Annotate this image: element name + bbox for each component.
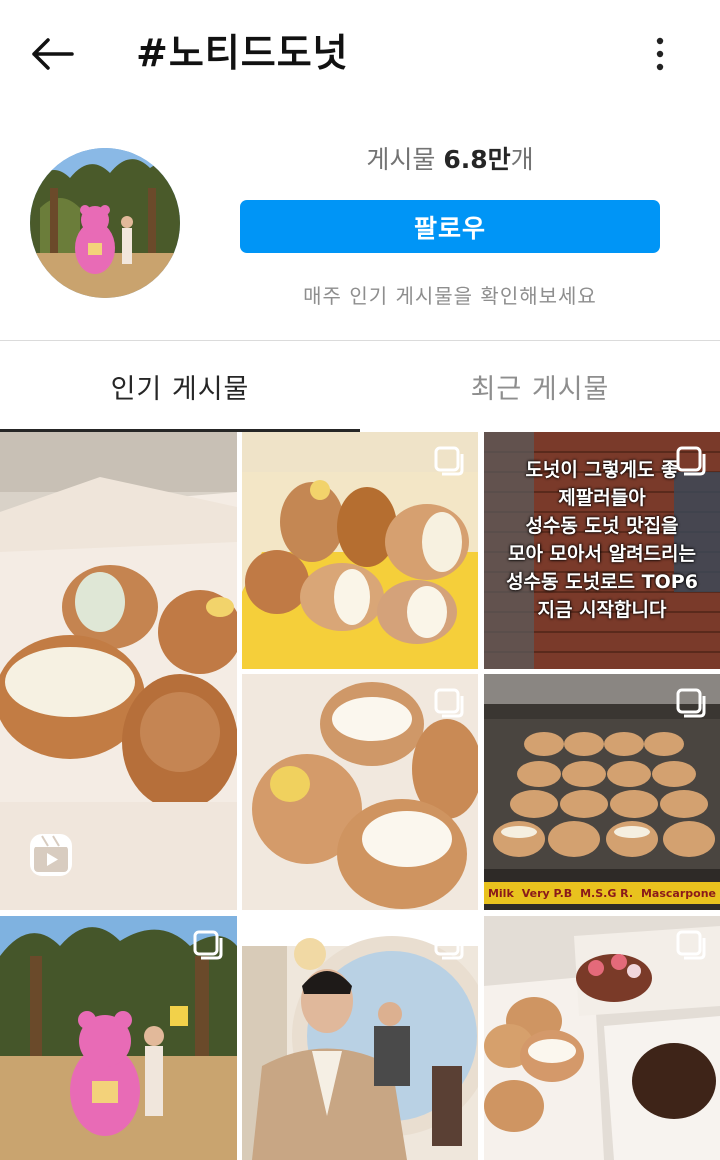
carousel-icon bbox=[193, 930, 223, 960]
posts-label: 게시물 bbox=[366, 145, 436, 174]
carousel-icon bbox=[434, 446, 464, 476]
overlay-line: 성수동 도넛 맛집을 bbox=[525, 515, 679, 537]
avatar-image bbox=[30, 148, 180, 298]
flavor-label: Very P.B bbox=[521, 886, 573, 900]
grid-item-post[interactable] bbox=[242, 432, 478, 669]
grid-item-post[interactable] bbox=[242, 916, 478, 1160]
grid-item-post[interactable]: 도넛이 그렇게도 좋 제팔러들아 성수동 도넛 맛집을 모아 모아서 알려드리는… bbox=[484, 432, 720, 669]
post-grid: 도넛이 그렇게도 좋 제팔러들아 성수동 도넛 맛집을 모아 모아서 알려드리는… bbox=[0, 432, 720, 1160]
overlay-line: 제팔러들아 bbox=[558, 487, 646, 509]
page-title: #노티드도넛 bbox=[136, 31, 349, 75]
post-overlay-text: 도넛이 그렇게도 좋 제팔러들아 성수동 도넛 맛집을 모아 모아서 알려드리는… bbox=[484, 456, 720, 624]
grid-item-post[interactable] bbox=[484, 916, 720, 1160]
flavor-label: Mascarpone bbox=[640, 886, 716, 900]
more-options-button[interactable] bbox=[640, 30, 680, 78]
overlay-line: 모아 모아서 알려드리는 bbox=[507, 543, 697, 565]
post-tabs: 인기 게시물 최근 게시물 bbox=[0, 341, 720, 432]
grid-item-post[interactable] bbox=[242, 674, 478, 910]
carousel-icon bbox=[676, 446, 706, 476]
post-count: 게시물 6.8만개 bbox=[240, 140, 660, 176]
carousel-icon bbox=[676, 930, 706, 960]
grid-item-post[interactable]: Milk Very P.B M.S.G R. Mascarpone bbox=[484, 674, 720, 910]
flavor-labels: Milk Very P.B M.S.G R. Mascarpone bbox=[484, 882, 720, 904]
overlay-line: 지금 시작합니다 bbox=[537, 599, 667, 621]
flavor-label: Milk bbox=[487, 886, 514, 900]
back-button[interactable] bbox=[28, 30, 76, 78]
carousel-icon bbox=[434, 930, 464, 960]
reels-icon bbox=[30, 834, 72, 876]
hashtag-avatar[interactable] bbox=[30, 148, 180, 298]
weekly-hint-text: 매주 인기 게시물을 확인해보세요 bbox=[303, 284, 597, 308]
tab-recent-posts[interactable]: 최근 게시물 bbox=[360, 341, 720, 432]
flavor-label: M.S.G R. bbox=[580, 886, 634, 900]
carousel-icon bbox=[676, 688, 706, 718]
top-bar: #노티드도넛 bbox=[0, 0, 720, 106]
follow-button[interactable]: 팔로우 bbox=[240, 200, 660, 253]
overlay-line: 성수동 도넛로드 TOP6 bbox=[506, 571, 698, 593]
posts-suffix: 개 bbox=[510, 145, 534, 174]
grid-item-post[interactable] bbox=[0, 916, 237, 1160]
hashtag-header: 게시물 6.8만개 팔로우 매주 인기 게시물을 확인해보세요 bbox=[0, 106, 720, 342]
posts-count: 6.8만 bbox=[443, 145, 511, 174]
tab-top-posts[interactable]: 인기 게시물 bbox=[0, 341, 360, 432]
grid-item-reel[interactable] bbox=[0, 432, 237, 910]
carousel-icon bbox=[434, 688, 464, 718]
arrow-left-icon bbox=[32, 38, 74, 70]
more-vertical-icon bbox=[656, 37, 664, 71]
